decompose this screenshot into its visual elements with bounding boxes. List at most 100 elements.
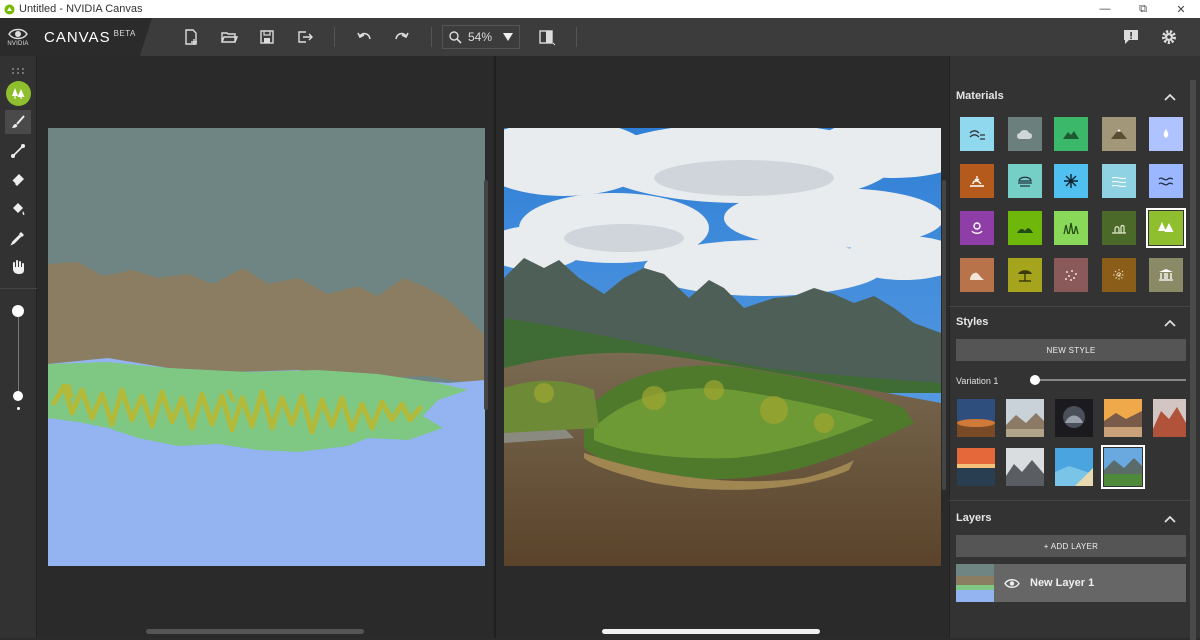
materials-collapse-button[interactable] bbox=[1163, 90, 1177, 104]
flower-icon bbox=[971, 222, 983, 234]
material-water[interactable] bbox=[1149, 164, 1183, 198]
material-hill[interactable] bbox=[1054, 117, 1088, 151]
material-sand[interactable] bbox=[1008, 258, 1042, 292]
fill-tool[interactable] bbox=[5, 197, 31, 221]
undo-button[interactable] bbox=[351, 24, 377, 50]
save-icon bbox=[260, 30, 274, 44]
chevron-up-icon bbox=[1164, 319, 1176, 327]
sparkle-icon bbox=[1113, 269, 1125, 281]
material-sea[interactable] bbox=[960, 117, 994, 151]
sea-icon bbox=[969, 130, 985, 140]
material-snow[interactable] bbox=[1054, 164, 1088, 198]
drag-handle-icon[interactable] bbox=[11, 62, 25, 80]
zoom-control[interactable]: 54% bbox=[442, 25, 520, 49]
style-thumbnail[interactable] bbox=[957, 448, 995, 486]
split-view-icon bbox=[539, 30, 556, 46]
brush-size-preview-large bbox=[13, 391, 23, 401]
open-file-button[interactable] bbox=[216, 24, 242, 50]
minimize-button[interactable]: — bbox=[1086, 0, 1124, 18]
material-grass[interactable] bbox=[1008, 211, 1042, 245]
settings-button[interactable] bbox=[1156, 24, 1182, 50]
segmentation-drawing bbox=[48, 128, 485, 566]
new-file-button[interactable] bbox=[178, 24, 204, 50]
close-button[interactable]: ✕ bbox=[1162, 0, 1200, 18]
style-thumbnail-selected[interactable] bbox=[1101, 445, 1145, 489]
gear-icon bbox=[1162, 30, 1176, 44]
layers-collapse-button[interactable] bbox=[1163, 512, 1177, 526]
brand-area: NVIDIA CANVAS BETA bbox=[0, 18, 152, 56]
material-flower[interactable] bbox=[960, 211, 994, 245]
materials-heading: Materials bbox=[956, 90, 1004, 102]
export-button[interactable] bbox=[292, 24, 318, 50]
paint-canvas-vertical-scrollbar[interactable] bbox=[484, 180, 488, 410]
style-thumbnail[interactable] bbox=[957, 399, 995, 437]
nvidia-logo-text: NVIDIA bbox=[7, 41, 29, 47]
add-layer-button[interactable]: + ADD LAYER bbox=[956, 535, 1186, 557]
material-rock[interactable] bbox=[960, 258, 994, 292]
eyedropper-tool[interactable] bbox=[5, 226, 31, 250]
style-thumbnail[interactable] bbox=[1055, 399, 1093, 437]
material-cloud[interactable] bbox=[1008, 117, 1042, 151]
layer-row[interactable]: New Layer 1 bbox=[956, 564, 1186, 602]
paint-canvas-horizontal-scrollbar[interactable] bbox=[146, 629, 364, 634]
eye-icon bbox=[1004, 578, 1020, 588]
style-thumbnail[interactable] bbox=[1153, 399, 1186, 437]
restore-button[interactable]: ⧉ bbox=[1124, 0, 1162, 18]
material-mountain[interactable] bbox=[1102, 117, 1136, 151]
main-toolbar: NVIDIA CANVAS BETA 54% bbox=[0, 18, 1200, 56]
style-thumbnail[interactable] bbox=[1006, 399, 1044, 437]
mountain-icon bbox=[1111, 129, 1127, 139]
paint-bucket-icon bbox=[13, 203, 25, 215]
variation-slider-handle[interactable] bbox=[1030, 375, 1040, 385]
generated-view-vertical-scrollbar[interactable] bbox=[942, 180, 946, 490]
save-button[interactable] bbox=[254, 24, 280, 50]
line-tool[interactable] bbox=[5, 139, 31, 163]
feedback-icon bbox=[1124, 30, 1138, 44]
current-material-button[interactable] bbox=[6, 81, 31, 106]
material-bush[interactable] bbox=[1102, 211, 1136, 245]
tool-divider bbox=[0, 288, 37, 289]
compare-view-button[interactable] bbox=[534, 24, 560, 50]
styles-collapse-button[interactable] bbox=[1163, 316, 1177, 330]
style-thumbnail[interactable] bbox=[1055, 448, 1093, 486]
cloud-icon bbox=[1017, 130, 1032, 139]
feedback-button[interactable] bbox=[1118, 24, 1144, 50]
material-river[interactable] bbox=[1102, 164, 1136, 198]
new-style-button[interactable]: NEW STYLE bbox=[956, 339, 1186, 361]
material-gravel[interactable] bbox=[1054, 258, 1088, 292]
eraser-tool[interactable] bbox=[5, 168, 31, 192]
toolbar-separator bbox=[576, 27, 577, 47]
style-thumbnail[interactable] bbox=[1104, 399, 1142, 437]
brush-size-handle[interactable] bbox=[12, 305, 24, 317]
gravel-icon bbox=[1065, 270, 1077, 281]
material-tree[interactable] bbox=[1146, 208, 1186, 248]
redo-button[interactable] bbox=[389, 24, 415, 50]
beta-badge: BETA bbox=[113, 28, 136, 38]
style-thumbnail[interactable] bbox=[1006, 448, 1044, 486]
brush-icon bbox=[12, 115, 25, 128]
grass-icon bbox=[1017, 228, 1033, 233]
material-fog[interactable] bbox=[1008, 164, 1042, 198]
generated-image-view bbox=[504, 128, 941, 566]
material-dirt[interactable] bbox=[960, 164, 994, 198]
pan-tool[interactable] bbox=[5, 255, 31, 279]
material-tall-grass[interactable] bbox=[1054, 211, 1088, 245]
canvas-split-divider[interactable] bbox=[494, 56, 496, 638]
styles-heading: Styles bbox=[956, 316, 989, 328]
variation-label: Variation 1 bbox=[956, 376, 999, 386]
material-building[interactable] bbox=[1149, 258, 1183, 292]
variation-slider-track[interactable] bbox=[1034, 379, 1186, 381]
right-panel-scrollbar[interactable] bbox=[1190, 80, 1196, 640]
brush-size-track[interactable] bbox=[18, 311, 19, 393]
material-stone[interactable] bbox=[1102, 258, 1136, 292]
section-divider bbox=[949, 306, 1190, 307]
undo-icon bbox=[357, 32, 371, 40]
layer-visibility-toggle[interactable] bbox=[1004, 578, 1024, 589]
material-water-drop[interactable] bbox=[1149, 117, 1183, 151]
layer-name: New Layer 1 bbox=[1030, 577, 1095, 589]
brush-tool[interactable] bbox=[5, 110, 31, 134]
paint-canvas[interactable] bbox=[48, 128, 485, 566]
new-file-icon bbox=[185, 29, 197, 45]
nvidia-logo: NVIDIA bbox=[0, 18, 36, 56]
generated-view-horizontal-scrollbar[interactable] bbox=[602, 629, 820, 634]
